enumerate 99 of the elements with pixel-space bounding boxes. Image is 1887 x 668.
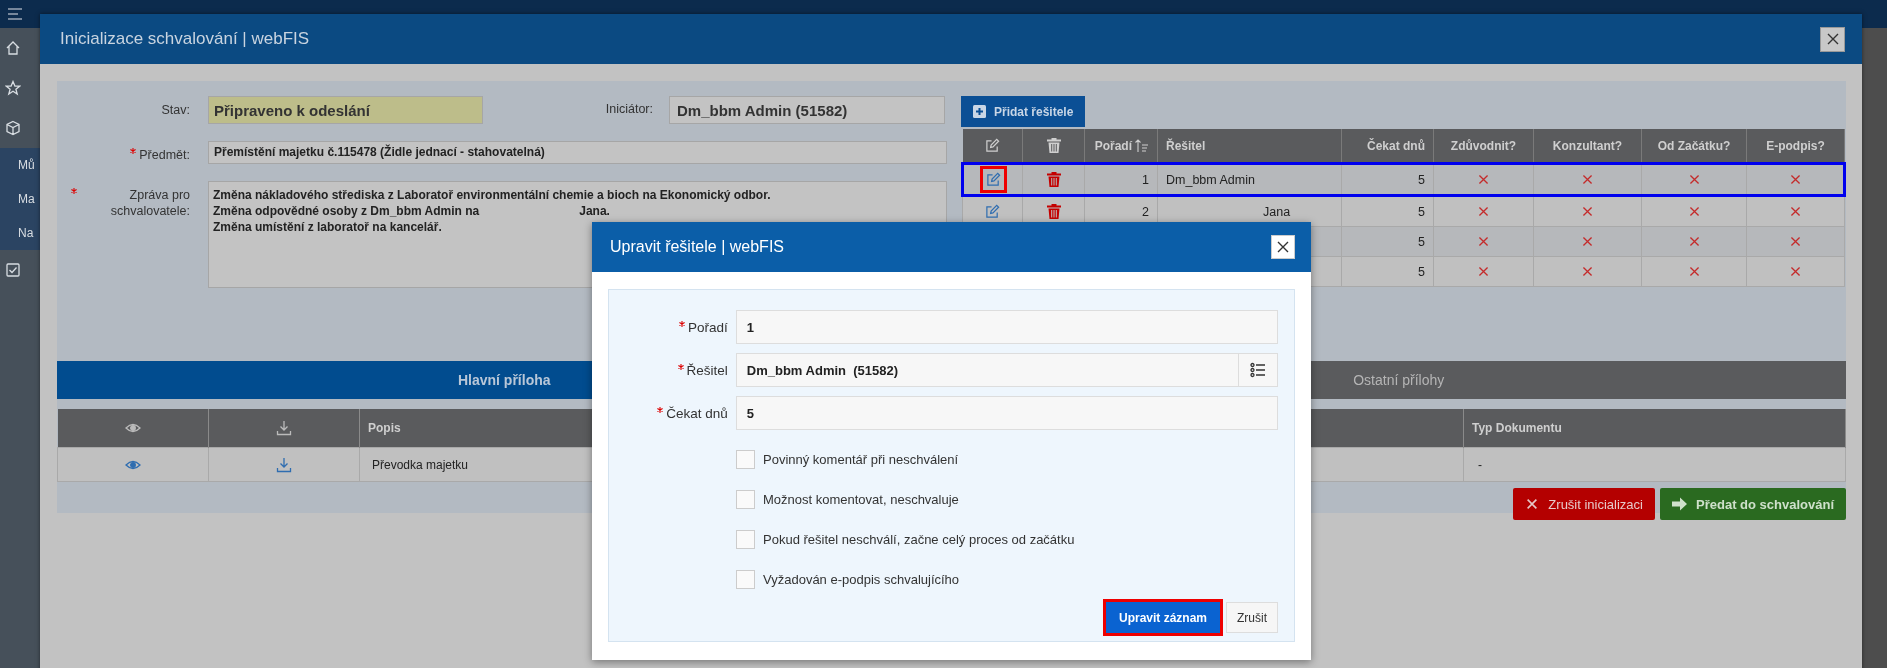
column-header: Typ Dokumentu xyxy=(1472,421,1562,435)
edit-icon xyxy=(985,204,1000,219)
table-cell: - xyxy=(1478,457,1482,472)
checkbox-label: Povinný komentář při neschválení xyxy=(763,451,959,467)
table-cell: 5 xyxy=(1418,172,1425,187)
close-icon xyxy=(1275,239,1291,255)
table-cell: 1 xyxy=(1142,172,1149,187)
input-field[interactable]: 5 xyxy=(735,396,1278,430)
initiator-field: Dm_bbm Admin (51582) xyxy=(669,96,945,124)
save-button[interactable]: Upravit záznam xyxy=(1105,602,1220,633)
cross-icon xyxy=(1477,205,1490,218)
checkbox[interactable] xyxy=(736,529,755,549)
delete-button[interactable] xyxy=(1044,170,1063,189)
checkbox[interactable] xyxy=(736,569,755,589)
cross-icon xyxy=(1789,235,1802,248)
cross-icon xyxy=(1581,205,1594,218)
cross-icon xyxy=(1477,173,1490,186)
trash-icon xyxy=(1046,204,1061,219)
table-cell: Převodka majetku xyxy=(372,457,469,472)
menu-icon[interactable] xyxy=(8,8,22,20)
field-label: Předmět: xyxy=(139,147,190,163)
sidebar-item[interactable]: Na xyxy=(18,226,34,240)
field-label: Pořadí xyxy=(688,319,728,335)
cross-icon xyxy=(1687,265,1701,278)
table-cell: Dm_bbm Admin xyxy=(1166,172,1255,187)
message-line: Změna umístění z laboratoř na kancelář. xyxy=(213,220,442,234)
cancel-button[interactable]: Zrušit xyxy=(1226,602,1278,633)
checkbox-icon xyxy=(5,262,21,278)
column-header: Od Začátku? xyxy=(1657,138,1731,153)
cross-icon xyxy=(1581,265,1594,278)
input-field[interactable]: 1 xyxy=(735,310,1278,344)
list-icon xyxy=(1250,362,1266,378)
close-button[interactable] xyxy=(1820,26,1845,52)
message-line: Jana. xyxy=(579,204,610,218)
checkbox-label: Vyžadován e-podpis schvalujícího xyxy=(763,571,960,587)
close-button[interactable] xyxy=(1271,235,1295,259)
dialog-title: Inicializace schvalování | webFIS xyxy=(60,29,310,49)
download-icon xyxy=(276,420,292,436)
sidebar-item[interactable]: Mů xyxy=(18,158,35,172)
column-header: E-podpis? xyxy=(1766,138,1825,153)
required-icon xyxy=(679,320,686,327)
field-label: Stav: xyxy=(161,102,190,118)
field-label: Zpráva pro schvalovatele: xyxy=(109,187,190,219)
add-solver-button[interactable]: Přidat řešitele xyxy=(961,96,1086,127)
delete-button[interactable] xyxy=(1044,202,1063,221)
trash-icon xyxy=(1046,172,1061,187)
required-icon xyxy=(657,406,664,413)
cross-icon xyxy=(1789,205,1802,218)
edit-icon xyxy=(985,172,1001,187)
cross-icon xyxy=(1581,173,1594,186)
edit-button[interactable] xyxy=(982,169,1004,190)
cancel-button[interactable]: Zrušit inicializaci xyxy=(1513,488,1655,520)
cross-icon xyxy=(1581,235,1594,248)
column-header: Řešitel xyxy=(1166,138,1206,153)
arrow-right-icon xyxy=(1672,497,1687,511)
cross-icon xyxy=(1477,235,1490,248)
table-cell: 5 xyxy=(1418,234,1425,249)
trash-icon xyxy=(1046,138,1061,153)
field-label: Čekat dnů xyxy=(666,405,728,421)
cross-icon xyxy=(1789,265,1802,278)
column-header: Zdůvodnit? xyxy=(1450,138,1517,153)
required-icon xyxy=(71,188,77,194)
home-icon xyxy=(5,40,21,56)
checkbox-label: Pokud řešitel neschválí, začne celý proces od začátku xyxy=(763,531,1075,547)
sort-icon[interactable] xyxy=(1135,138,1149,153)
cross-icon xyxy=(1687,205,1701,218)
checkbox[interactable] xyxy=(736,489,755,509)
cross-icon xyxy=(1687,173,1701,186)
field-label: Iniciátor: xyxy=(604,101,653,116)
table-cell: Jana xyxy=(1263,204,1291,219)
message-line: Změna odpovědné osoby z Dm_bbm Admin na xyxy=(213,204,480,218)
checkbox[interactable] xyxy=(736,449,755,469)
cross-icon xyxy=(1477,265,1490,278)
input-field[interactable]: Dm_bbm Admin (51582) xyxy=(735,353,1278,387)
edit-icon xyxy=(984,138,1000,153)
table-cell: 5 xyxy=(1418,264,1425,279)
dialog-title: Upravit řešitele | webFIS xyxy=(610,238,784,256)
sidebar-item[interactable]: Ma xyxy=(18,192,35,206)
cube-icon xyxy=(5,120,21,136)
field-label: Řešitel xyxy=(686,362,728,378)
message-line: Změna nákladového střediska z Laboratoř environmentální chemie a bioch na Ekonomický odbor. xyxy=(213,188,771,202)
table-cell: 5 xyxy=(1418,204,1425,219)
column-header: Konzultant? xyxy=(1552,138,1623,153)
cross-icon xyxy=(1687,235,1701,248)
plus-icon xyxy=(973,105,986,118)
required-icon xyxy=(130,148,137,154)
download-button[interactable] xyxy=(276,456,292,473)
subject-field[interactable]: Přemístění majetku č.115478 (Židle jednací - stahovatelná) xyxy=(208,141,947,164)
star-icon xyxy=(5,80,21,96)
checkbox-label: Možnost komentovat, neschvaluje xyxy=(763,491,959,507)
column-header: Čekat dnů xyxy=(1367,138,1425,153)
cross-icon xyxy=(1788,173,1802,186)
status-field: Připraveno k odeslání xyxy=(208,96,483,124)
column-header: Popis xyxy=(368,421,401,435)
table-cell: 2 xyxy=(1142,204,1149,219)
cross-icon xyxy=(1525,497,1540,511)
required-icon xyxy=(677,363,684,370)
submit-button[interactable]: Předat do schvalování xyxy=(1660,488,1846,520)
download-icon xyxy=(276,456,292,473)
